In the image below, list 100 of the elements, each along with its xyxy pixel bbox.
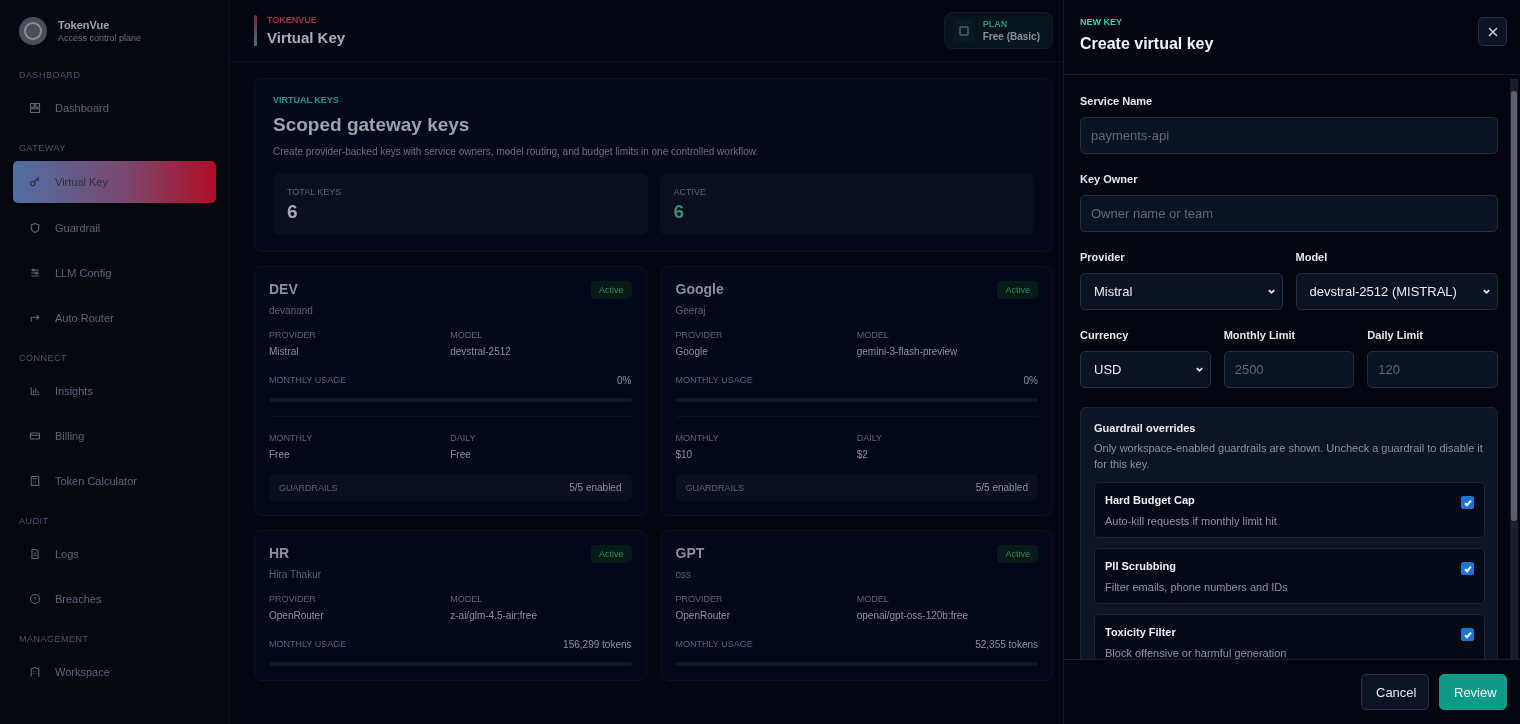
building-icon <box>29 666 41 678</box>
field-label: Currency <box>1080 329 1130 341</box>
chevron-down-icon <box>1194 365 1204 374</box>
close-button[interactable] <box>1478 17 1507 46</box>
sidebar-item[interactable]: Token Calculator <box>13 461 216 501</box>
status-badge: Active <box>591 545 632 563</box>
field-label: Model <box>1295 251 1329 263</box>
key-owner: oss <box>675 569 693 580</box>
close-icon <box>1487 26 1498 37</box>
check-icon <box>1462 497 1473 508</box>
sidebar-item[interactable]: Logs <box>13 534 216 574</box>
model-value: openai/gpt-oss-120b:free <box>856 610 969 621</box>
checkbox[interactable] <box>1461 628 1474 641</box>
cancel-button[interactable]: Cancel <box>1361 674 1429 710</box>
provider-value: OpenRouter <box>675 610 731 621</box>
model-label: MODEL <box>856 330 890 340</box>
status-badge: Active <box>591 281 632 299</box>
limit-value: $2 <box>856 449 869 460</box>
sidebar-item[interactable]: Breaches <box>13 579 216 619</box>
limit-value: Free <box>450 449 472 460</box>
sidebar-item[interactable]: Insights <box>13 371 216 411</box>
usage-value: 156,299 tokens <box>563 639 632 650</box>
sidebar-item[interactable]: Guardrail <box>13 208 216 248</box>
key-owner: Hira Thakur <box>269 569 322 580</box>
select-field[interactable]: USD <box>1080 351 1211 388</box>
field-label: Monthly Limit <box>1223 329 1297 341</box>
route-icon <box>29 312 41 324</box>
status-badge: Active <box>997 281 1038 299</box>
card-icon <box>29 430 41 442</box>
sidebar-item[interactable]: LLM Config <box>13 253 216 293</box>
limit-label: DAILY <box>856 433 884 443</box>
key-name: Google <box>675 281 724 297</box>
scrollbar[interactable] <box>1510 79 1518 659</box>
guardrail-description: Only workspace-enabled guardrails are shown. Uncheck a guardrail to disable it for this key. <box>1094 441 1484 472</box>
key-icon <box>29 176 41 188</box>
status-badge: Active <box>997 545 1038 563</box>
stat-value: 6 <box>287 201 299 223</box>
select-field[interactable]: devstral-2512 (MISTRAL) <box>1295 273 1498 310</box>
model-label: MODEL <box>856 594 890 604</box>
guardrail-title: Guardrail overrides <box>1094 422 1197 434</box>
model-value: gemini-3-flash-preview <box>856 346 959 357</box>
section-description: Create provider-backed keys with service owners, model routing, and budget limits in one controlled workflow. <box>273 146 760 157</box>
section-title: Scoped gateway keys <box>273 114 471 136</box>
plan-label: PLAN <box>982 19 1009 29</box>
field-label: Service Name <box>1080 95 1154 107</box>
limit-value: $10 <box>675 449 694 460</box>
guardrail-name: Toxicity Filter <box>1105 626 1177 638</box>
guardrails-label: GUARDRAILS <box>685 482 744 493</box>
sidebar-item[interactable]: Workspace <box>13 652 216 692</box>
key-owner: devanand <box>269 305 313 316</box>
input-field[interactable]: Owner name or team <box>1080 195 1498 232</box>
limit-label: DAILY <box>450 433 477 443</box>
limit-value: Free <box>269 449 291 460</box>
drawer-eyebrow: NEW KEY <box>1080 17 1123 27</box>
section-title: DASHBOARD <box>18 69 82 82</box>
model-label: MODEL <box>450 594 484 604</box>
checkbox[interactable] <box>1461 496 1474 509</box>
input-field[interactable]: payments-api <box>1080 117 1498 154</box>
provider-label: PROVIDER <box>675 330 724 340</box>
brand-subtitle: Access control plane <box>58 33 142 43</box>
section-title: CONNECT <box>18 352 68 365</box>
input-field[interactable]: 120 <box>1367 351 1498 388</box>
guardrails-value: 5/5 enabled <box>975 482 1028 493</box>
usage-label: MONTHLY USAGE <box>269 639 347 650</box>
page-title: Virtual Key <box>267 29 346 46</box>
input-field[interactable]: 2500 <box>1223 351 1355 388</box>
logo-icon <box>18 16 48 46</box>
alert-icon <box>29 593 41 605</box>
field-label: Provider <box>1080 251 1126 263</box>
guardrails-label: GUARDRAILS <box>279 482 338 493</box>
sidebar-item[interactable]: Billing <box>13 416 216 456</box>
dashboard-icon <box>29 102 41 114</box>
limit-label: MONTHLY <box>675 433 720 443</box>
sidebar-item[interactable]: Dashboard <box>13 88 216 128</box>
section-title: AUDIT <box>18 515 50 528</box>
section-title: MANAGEMENT <box>18 633 90 646</box>
provider-value: Mistral <box>269 346 300 357</box>
provider-label: PROVIDER <box>675 594 724 604</box>
usage-value: 0% <box>1023 375 1038 386</box>
usage-label: MONTHLY USAGE <box>675 375 753 386</box>
provider-value: OpenRouter <box>269 610 325 621</box>
review-button[interactable]: Review <box>1439 674 1507 710</box>
breadcrumb: TOKENVUE <box>267 15 318 25</box>
key-name: DEV <box>269 281 299 297</box>
shield-icon <box>29 222 41 234</box>
sidebar-item[interactable]: Virtual Key <box>13 161 216 203</box>
check-icon <box>1462 629 1473 640</box>
select-field[interactable]: Mistral <box>1080 273 1283 310</box>
usage-value: 52,355 tokens <box>975 639 1038 650</box>
guardrail-name: PII Scrubbing <box>1105 560 1177 572</box>
checkbox[interactable] <box>1461 562 1474 575</box>
plan-value: Free (Basic) <box>982 31 1040 42</box>
sidebar-item[interactable]: Auto Router <box>13 298 216 338</box>
provider-label: PROVIDER <box>269 594 317 604</box>
chevron-down-icon <box>1266 287 1276 296</box>
section-title: GATEWAY <box>18 142 67 155</box>
chart-icon <box>29 385 41 397</box>
key-name: GPT <box>675 545 705 561</box>
usage-value: 0% <box>617 375 632 386</box>
guardrail-item-description: Block offensive or harmful generation <box>1105 647 1287 659</box>
